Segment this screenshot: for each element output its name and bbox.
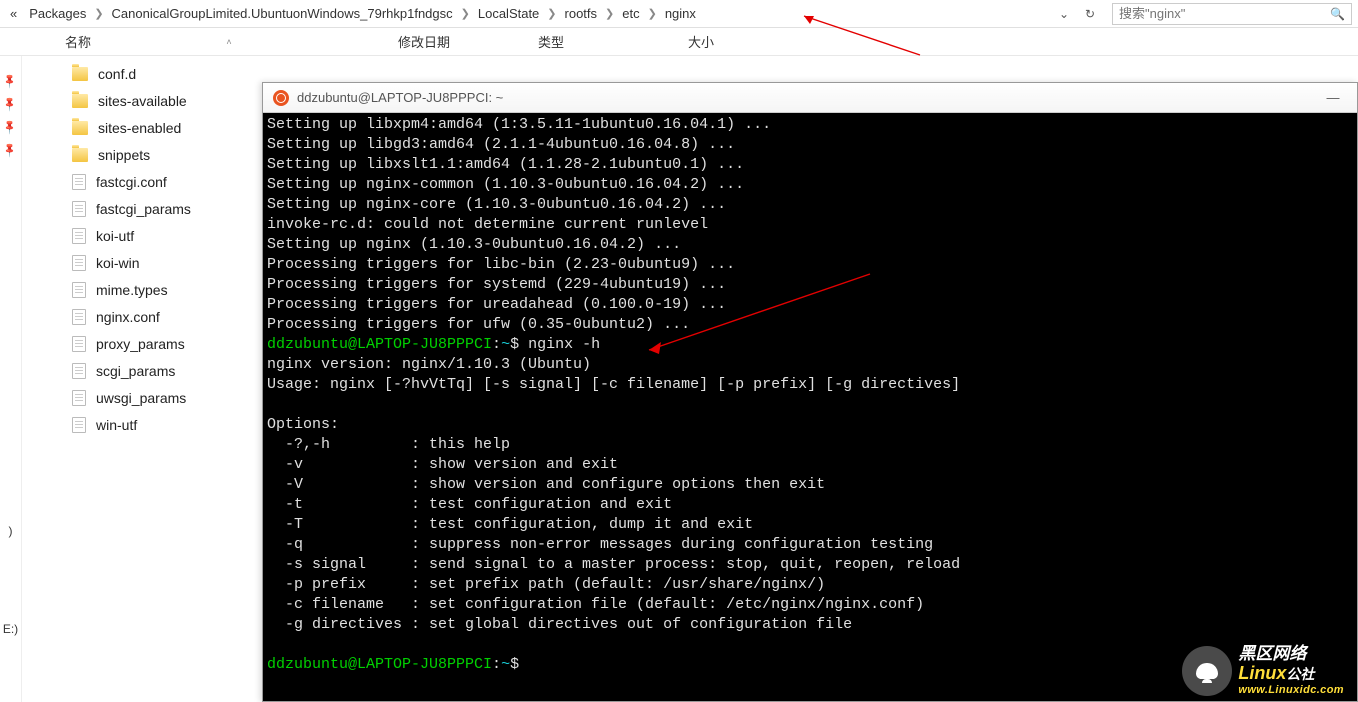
file-name: sites-available xyxy=(98,93,187,109)
file-item[interactable]: mime.types xyxy=(22,276,262,303)
file-item[interactable]: koi-win xyxy=(22,249,262,276)
file-name: snippets xyxy=(98,147,150,163)
column-header-type[interactable]: 类型 xyxy=(538,32,688,51)
terminal-window: ddzubuntu@LAPTOP-JU8PPPCI: ~ — Setting u… xyxy=(262,82,1358,702)
file-icon xyxy=(72,390,86,406)
column-headers: 名称 ˄ 修改日期 类型 大小 xyxy=(0,28,1358,56)
file-name: koi-utf xyxy=(96,228,134,244)
drive-item[interactable]: E:) xyxy=(3,616,18,642)
pin-icon[interactable]: 📌 xyxy=(2,119,19,136)
file-name: conf.d xyxy=(98,66,136,82)
chevron-right-icon: ❯ xyxy=(94,7,103,20)
file-name: mime.types xyxy=(96,282,168,298)
file-icon xyxy=(72,363,86,379)
sort-asc-icon[interactable]: ˄ xyxy=(220,37,238,47)
chevron-right-icon: ❯ xyxy=(605,7,614,20)
file-name: koi-win xyxy=(96,255,140,271)
pin-icon[interactable]: 📌 xyxy=(2,142,19,159)
file-item[interactable]: koi-utf xyxy=(22,222,262,249)
file-icon xyxy=(72,417,86,433)
file-icon xyxy=(72,282,86,298)
refresh-icon[interactable]: ↻ xyxy=(1080,4,1100,24)
file-name: nginx.conf xyxy=(96,309,160,325)
address-bar: « Packages ❯ CanonicalGroupLimited.Ubunt… xyxy=(0,0,1358,28)
watermark-site: www.Linuxidc.com xyxy=(1238,684,1344,696)
file-name: fastcgi_params xyxy=(96,201,191,217)
file-item[interactable]: win-utf xyxy=(22,411,262,438)
breadcrumb-prefix[interactable]: « xyxy=(6,4,21,23)
file-item[interactable]: uwsgi_params xyxy=(22,384,262,411)
terminal-body[interactable]: Setting up libxpm4:amd64 (1:3.5.11-1ubun… xyxy=(263,113,1357,701)
ubuntu-icon xyxy=(273,90,289,106)
pin-icon[interactable]: 📌 xyxy=(2,73,19,90)
watermark-top: 黑区网络 xyxy=(1238,644,1306,663)
folder-icon xyxy=(72,121,88,135)
file-item[interactable]: nginx.conf xyxy=(22,303,262,330)
file-name: proxy_params xyxy=(96,336,185,352)
breadcrumb-item[interactable]: CanonicalGroupLimited.UbuntuonWindows_79… xyxy=(108,4,457,23)
terminal-titlebar[interactable]: ddzubuntu@LAPTOP-JU8PPPCI: ~ — xyxy=(263,83,1357,113)
breadcrumb-item[interactable]: rootfs xyxy=(561,4,602,23)
file-icon xyxy=(72,336,86,352)
quick-access-strip: 📌 📌 📌 📌 ) E:) xyxy=(0,56,22,702)
folder-item[interactable]: sites-available xyxy=(22,87,262,114)
file-item[interactable]: fastcgi.conf xyxy=(22,168,262,195)
column-header-name[interactable]: 名称 xyxy=(65,32,220,51)
column-header-modified[interactable]: 修改日期 xyxy=(398,32,538,51)
watermark-brand: Linux xyxy=(1238,663,1286,683)
folder-item[interactable]: snippets xyxy=(22,141,262,168)
column-header-size[interactable]: 大小 xyxy=(688,32,808,51)
file-item[interactable]: scgi_params xyxy=(22,357,262,384)
mushroom-icon xyxy=(1182,646,1232,696)
file-item[interactable]: fastcgi_params xyxy=(22,195,262,222)
chevron-right-icon: ❯ xyxy=(461,7,470,20)
breadcrumb-item[interactable]: nginx xyxy=(661,4,700,23)
breadcrumb-item[interactable]: etc xyxy=(618,4,643,23)
breadcrumb-item[interactable]: LocalState xyxy=(474,4,543,23)
watermark-suffix: 公社 xyxy=(1286,666,1314,682)
file-icon xyxy=(72,228,86,244)
file-icon xyxy=(72,174,86,190)
search-icon[interactable]: 🔍 xyxy=(1330,7,1345,21)
file-name: sites-enabled xyxy=(98,120,181,136)
file-list: conf.d sites-available sites-enabled snippe… xyxy=(22,56,262,702)
folder-item[interactable]: sites-enabled xyxy=(22,114,262,141)
file-icon xyxy=(72,309,86,325)
file-name: scgi_params xyxy=(96,363,175,379)
dropdown-icon[interactable]: ⌄ xyxy=(1054,4,1074,24)
minimize-button[interactable]: — xyxy=(1319,90,1347,105)
folder-icon xyxy=(72,148,88,162)
pin-icon[interactable]: 📌 xyxy=(2,96,19,113)
folder-item[interactable]: conf.d xyxy=(22,60,262,87)
nav-controls: ⌄ ↻ xyxy=(1054,4,1100,24)
file-icon xyxy=(72,201,86,217)
breadcrumb: « Packages ❯ CanonicalGroupLimited.Ubunt… xyxy=(6,4,700,23)
terminal-title: ddzubuntu@LAPTOP-JU8PPPCI: ~ xyxy=(297,90,503,105)
file-item[interactable]: proxy_params xyxy=(22,330,262,357)
folder-icon xyxy=(72,67,88,81)
file-name: win-utf xyxy=(96,417,137,433)
chevron-right-icon: ❯ xyxy=(547,7,556,20)
folder-icon xyxy=(72,94,88,108)
file-name: fastcgi.conf xyxy=(96,174,167,190)
chevron-right-icon: ❯ xyxy=(648,7,657,20)
search-input[interactable] xyxy=(1119,6,1326,21)
file-name: uwsgi_params xyxy=(96,390,186,406)
breadcrumb-item[interactable]: Packages xyxy=(25,4,90,23)
watermark: 黑区网络 Linux公社 www.Linuxidc.com xyxy=(1182,645,1344,696)
search-box[interactable]: 🔍 xyxy=(1112,3,1352,25)
file-icon xyxy=(72,255,86,271)
drive-item[interactable]: ) xyxy=(9,518,13,544)
